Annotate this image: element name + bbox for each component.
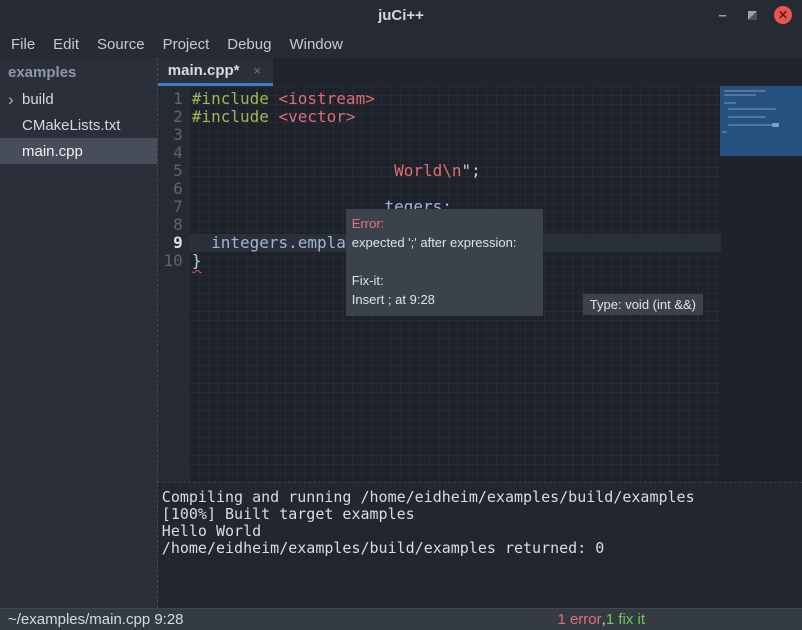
terminal-output[interactable]: Compiling and running /home/eidheim/exam… — [158, 482, 802, 608]
code-token: <iostream> — [279, 89, 375, 108]
line-number: 4 — [158, 144, 189, 162]
menu-bar: File Edit Source Project Debug Window — [0, 30, 802, 58]
tree-item-label: main.cpp — [22, 143, 83, 160]
app-window: juCi++ – ✕ File Edit Source Project Debu… — [0, 0, 802, 630]
code-line-4 — [189, 144, 721, 162]
file-tree-panel: examples › build CMakeLists.txt main.cpp — [0, 58, 157, 608]
close-button[interactable]: ✕ — [774, 6, 792, 24]
status-bar: ~/examples/main.cpp 9:28 1 error , 1 fix… — [0, 608, 802, 630]
menu-source[interactable]: Source — [88, 36, 154, 53]
minimap-line — [728, 124, 774, 126]
tab-label: main.cpp* — [168, 62, 240, 79]
tree-item-cmakelists[interactable]: CMakeLists.txt — [0, 112, 157, 138]
code-editor[interactable]: 1 2 3 4 5 6 7 8 9 10 #include <iostream>… — [158, 86, 802, 482]
terminal-line: [100%] Built target examples — [162, 506, 802, 523]
window-title: juCi++ — [378, 7, 424, 24]
code-token: #include — [192, 89, 279, 108]
code-token: World\n — [394, 161, 461, 180]
error-tooltip-message: expected ';' after expression: — [352, 233, 537, 252]
minimap-highlight — [772, 123, 779, 127]
code-token — [192, 161, 394, 180]
error-tooltip-spacer — [352, 252, 537, 271]
menu-file[interactable]: File — [2, 36, 44, 53]
chevron-right-icon[interactable]: › — [8, 91, 22, 108]
tree-item-label: build — [22, 91, 54, 108]
menu-debug[interactable]: Debug — [218, 36, 280, 53]
editor-column: main.cpp* × 1 2 3 4 5 6 7 8 9 10 — [157, 58, 802, 608]
fixit-count[interactable]: 1 fix it — [606, 611, 645, 628]
line-number-current: 9 — [158, 234, 189, 252]
line-number: 3 — [158, 126, 189, 144]
tab-close-icon[interactable]: × — [253, 63, 261, 78]
minimize-button[interactable]: – — [714, 7, 731, 24]
status-diagnostics[interactable]: 1 error , 1 fix it — [557, 609, 645, 630]
window-controls: – ✕ — [714, 0, 792, 30]
project-header: examples — [0, 58, 157, 86]
minimap-line — [724, 102, 736, 104]
error-tooltip-title: Error: — [352, 214, 537, 233]
line-number: 8 — [158, 216, 189, 234]
error-count[interactable]: 1 error — [557, 611, 601, 628]
minimap[interactable] — [720, 86, 802, 156]
line-number: 2 — [158, 108, 189, 126]
restore-button[interactable] — [744, 7, 761, 24]
line-number: 7 — [158, 198, 189, 216]
code-line-6 — [189, 180, 721, 198]
code-token: "; — [462, 161, 481, 180]
tab-maincpp[interactable]: main.cpp* × — [158, 58, 273, 86]
tab-bar: main.cpp* × — [158, 58, 802, 86]
editor-right-margin — [721, 86, 802, 482]
menu-edit[interactable]: Edit — [44, 36, 88, 53]
minimap-line — [724, 90, 766, 92]
error-tooltip: Error: expected ';' after expression: Fi… — [346, 209, 543, 316]
line-number: 1 — [158, 90, 189, 108]
terminal-line: /home/eidheim/examples/build/examples re… — [162, 540, 802, 557]
code-line-1: #include <iostream> — [189, 90, 721, 108]
tree-item-build[interactable]: › build — [0, 86, 157, 112]
minimize-icon: – — [718, 7, 726, 24]
line-number: 6 — [158, 180, 189, 198]
type-tooltip: Type: void (int &&) — [583, 294, 703, 315]
code-token-error-underline: } — [192, 251, 202, 270]
line-number-gutter: 1 2 3 4 5 6 7 8 9 10 — [158, 86, 189, 482]
main-area: examples › build CMakeLists.txt main.cpp… — [0, 58, 802, 608]
menu-window[interactable]: Window — [280, 36, 351, 53]
fixit-title: Fix-it: — [352, 271, 537, 290]
code-line-5: World\n"; — [189, 162, 721, 180]
minimap-line — [728, 116, 766, 118]
terminal-line: Hello World — [162, 523, 802, 540]
code-line-3 — [189, 126, 721, 144]
tree-item-label: CMakeLists.txt — [22, 117, 120, 134]
minimap-line — [728, 108, 776, 110]
status-file-location: ~/examples/main.cpp 9:28 — [8, 611, 184, 628]
line-number: 10 — [158, 252, 189, 270]
terminal-line: Compiling and running /home/eidheim/exam… — [162, 489, 802, 506]
code-token: <vector> — [279, 107, 356, 126]
close-icon: ✕ — [778, 9, 788, 21]
line-number: 5 — [158, 162, 189, 180]
title-bar: juCi++ – ✕ — [0, 0, 802, 30]
tree-item-maincpp[interactable]: main.cpp — [0, 138, 157, 164]
code-token: #include — [192, 107, 279, 126]
minimap-line — [722, 131, 727, 133]
code-line-2: #include <vector> — [189, 108, 721, 126]
fixit-text: Insert ; at 9:28 — [352, 290, 537, 309]
menu-project[interactable]: Project — [154, 36, 219, 53]
restore-icon — [748, 11, 757, 20]
minimap-line — [724, 94, 756, 96]
